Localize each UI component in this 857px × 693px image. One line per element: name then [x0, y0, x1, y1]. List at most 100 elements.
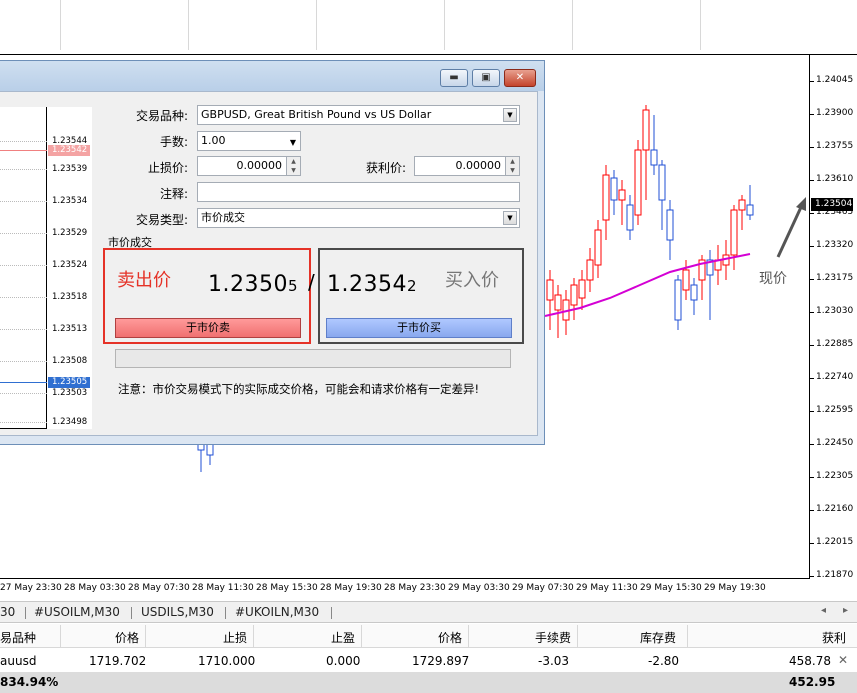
minimize-icon: ▬: [449, 72, 459, 83]
candle-body: [594, 229, 602, 266]
price-tick-label: 1.23175: [816, 273, 854, 283]
current-price-label: 1.23504: [811, 198, 853, 211]
col-separator: [468, 625, 469, 647]
col-profit[interactable]: 获利: [822, 629, 846, 646]
execution-notice: 注意：市价交易模式下的实际成交价格，可能会和请求价格有一定差异!: [118, 382, 480, 396]
chevron-down-icon: ▼: [503, 108, 517, 122]
stoploss-label: 止损价:: [147, 161, 188, 175]
minimize-button[interactable]: ▬: [440, 69, 468, 87]
time-tick-label: 29 May 07:30: [512, 583, 574, 593]
price-tick: [810, 81, 814, 82]
summary-profit: 452.95: [789, 675, 836, 689]
price-tick-label: 1.24045: [816, 75, 854, 85]
summary-row: [0, 672, 857, 693]
tab-item[interactable]: 30: [0, 605, 15, 619]
price-tick-label: 1.23755: [816, 141, 854, 151]
col-symbol[interactable]: 易品种: [0, 629, 36, 646]
row-stoploss: 1710.000: [198, 654, 256, 668]
takeprofit-input[interactable]: 0.00000 ▲ ▼: [414, 156, 520, 176]
sell-price-pip: 5: [287, 277, 299, 295]
close-position-icon[interactable]: ✕: [838, 653, 848, 667]
col-commission[interactable]: 手续费: [535, 629, 571, 646]
current-price-annotation: 现价: [759, 271, 787, 287]
buy-market-button[interactable]: 于市价买: [326, 318, 512, 338]
tick-axis-label: 1.23534: [52, 196, 88, 206]
price-tick: [810, 444, 814, 445]
price-tick-label: 1.22740: [816, 372, 854, 382]
sell-panel: 卖出价 1.23505 于市价卖: [103, 248, 311, 344]
symbol-select[interactable]: GBPUSD, Great British Pound vs US Dollar…: [197, 105, 520, 125]
stoploss-input[interactable]: 0.00000 ▲ ▼: [197, 156, 301, 176]
time-tick-label: 28 May 15:30: [256, 583, 318, 593]
col-takeprofit[interactable]: 止盈: [331, 629, 355, 646]
time-tick-label: 29 May 11:30: [576, 583, 638, 593]
bid-label: 1.23505: [48, 377, 90, 388]
col-price[interactable]: 价格: [115, 629, 139, 646]
ordertype-value: 市价成交: [201, 211, 245, 224]
tab-item[interactable]: #USOILM,M30: [34, 605, 120, 619]
candle-body: [666, 209, 674, 241]
price-tick-label: 1.23900: [816, 108, 854, 118]
maximize-button[interactable]: ▣: [472, 69, 500, 87]
tick-grid-line: [0, 361, 47, 362]
buy-caption: 买入价: [445, 270, 499, 291]
sell-caption: 卖出价: [117, 270, 171, 291]
tick-grid-line: [0, 141, 47, 142]
candle-body: [554, 294, 562, 311]
spin-up-icon: ▲: [510, 158, 515, 165]
price-tick: [810, 114, 814, 115]
volume-label: 手数:: [159, 135, 188, 149]
candle-body: [546, 279, 554, 301]
time-tick-label: 27 May 23:30: [0, 583, 62, 593]
sell-market-button[interactable]: 于市价卖: [115, 318, 301, 338]
tick-axis-label: 1.23524: [52, 260, 88, 270]
ask-line: [0, 150, 47, 151]
stoploss-spinner[interactable]: ▲ ▼: [286, 157, 300, 175]
ask-label: 1.23542: [48, 145, 90, 156]
sell-price: 1.23505: [208, 272, 298, 297]
time-tick-label: 29 May 15:30: [640, 583, 702, 593]
row-price2: 1729.897: [412, 654, 470, 668]
time-tick-label: 28 May 07:30: [128, 583, 190, 593]
maximize-icon: ▣: [481, 72, 491, 83]
candle-body: [570, 284, 578, 306]
price-tick: [810, 147, 814, 148]
price-tick-label: 1.22015: [816, 537, 854, 547]
row-takeprofit: 0.000: [326, 654, 361, 668]
price-tick: [810, 345, 814, 346]
tick-axis-label: 1.23503: [52, 388, 88, 398]
time-tick-label: 28 May 23:30: [384, 583, 446, 593]
stoploss-value: 0.00000: [236, 159, 283, 172]
takeprofit-spinner[interactable]: ▲ ▼: [505, 157, 519, 175]
tab-scroll-left-icon[interactable]: ◂: [821, 605, 826, 616]
buy-price-pip: 2: [406, 277, 418, 295]
candle-body: [578, 279, 586, 299]
tab-separator: [331, 607, 332, 619]
tab-separator: [25, 607, 26, 619]
tab-item[interactable]: #UKOILN,M30: [235, 605, 319, 619]
col-separator: [253, 625, 254, 647]
price-tick: [810, 378, 814, 379]
price-tick: [810, 180, 814, 181]
row-symbol[interactable]: auusd: [0, 654, 36, 668]
col-stoploss[interactable]: 止损: [223, 629, 247, 646]
tab-item[interactable]: USDILS,M30: [141, 605, 214, 619]
price-tick: [810, 510, 814, 511]
tick-axis-label: 1.23508: [52, 356, 88, 366]
volume-combo[interactable]: 1.00 ▼: [197, 131, 301, 151]
comment-input[interactable]: [197, 182, 520, 202]
dialog-titlebar[interactable]: ▬ ▣ ✕: [0, 61, 544, 91]
tab-separator: [225, 607, 226, 619]
time-tick-label: 28 May 19:30: [320, 583, 382, 593]
close-button[interactable]: ✕: [504, 69, 536, 87]
buy-price-main: 1.2354: [327, 272, 407, 297]
tab-scroll-right-icon[interactable]: ▸: [843, 605, 848, 616]
col-swap[interactable]: 库存费: [640, 629, 676, 646]
col-price2[interactable]: 价格: [438, 629, 462, 646]
ordertype-select[interactable]: 市价成交 ▼: [197, 208, 520, 228]
tick-grid-line: [0, 297, 47, 298]
tick-axis-label: 1.23529: [52, 228, 88, 238]
volume-value: 1.00: [201, 134, 226, 147]
tab-separator: [131, 607, 132, 619]
time-tick-label: 28 May 11:30: [192, 583, 254, 593]
